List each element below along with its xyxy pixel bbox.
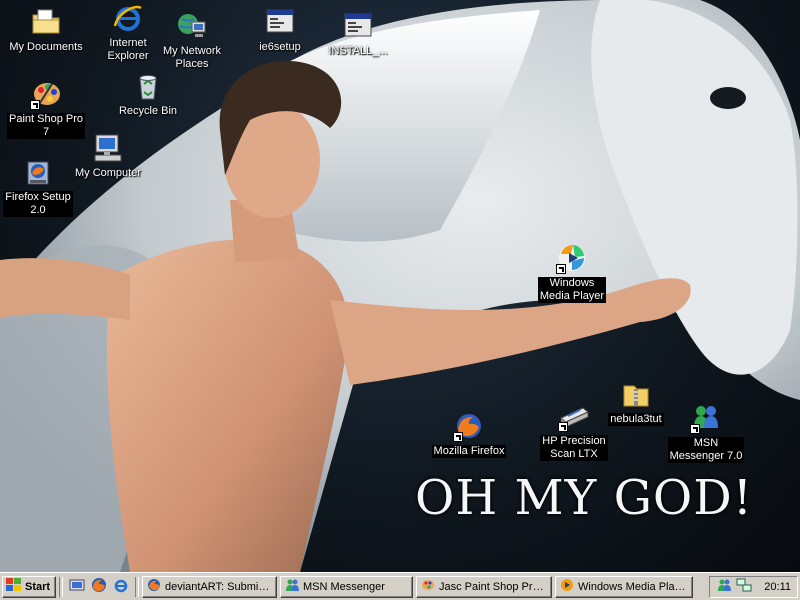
network-places-icon	[176, 10, 208, 42]
icon-label: My Computer	[74, 167, 142, 179]
desktop-icon-install[interactable]: INSTALL_...	[318, 10, 398, 58]
msn-messenger-icon	[285, 578, 299, 595]
task-label: deviantART: Submiss...	[165, 580, 272, 593]
taskbar-separator	[135, 576, 139, 597]
icon-label: Recycle Bin	[118, 105, 178, 117]
desktop-icon-mozilla-firefox[interactable]: Mozilla Firefox	[429, 410, 509, 458]
icon-label: HP Precision Scan LTX	[540, 435, 608, 461]
system-tray: 20:11	[709, 575, 798, 598]
scanner-icon	[558, 400, 590, 432]
media-player-icon	[560, 578, 574, 595]
desktop-icon-ie6setup[interactable]: ie6setup	[240, 6, 320, 54]
icon-label: nebula3tut	[608, 413, 664, 426]
wallpaper-slogan: OH MY GOD!	[415, 470, 754, 526]
icon-label: Internet Explorer	[107, 37, 149, 62]
desktop-icon-my-computer[interactable]: My Computer	[68, 132, 148, 180]
icon-label: Windows Media Player	[537, 277, 607, 303]
desktop-icon-hp-precision-scan[interactable]: HP Precision Scan LTX	[534, 400, 614, 461]
task-button-deviantart[interactable]: deviantART: Submiss...	[142, 575, 277, 598]
firefox-icon	[147, 578, 161, 595]
palette-icon	[30, 78, 62, 110]
shortcut-arrow-icon	[30, 100, 40, 110]
desktop-icon-msn-messenger[interactable]: MSN Messenger 7.0	[666, 402, 746, 463]
task-label: MSN Messenger	[303, 580, 385, 593]
desktop-icon-my-network-places[interactable]: My Network Places	[152, 10, 232, 71]
shortcut-arrow-icon	[558, 422, 568, 432]
palette-icon	[421, 578, 435, 595]
icon-label: MSN Messenger 7.0	[667, 437, 745, 463]
quicklaunch-show-desktop[interactable]	[66, 576, 88, 598]
shortcut-arrow-icon	[556, 264, 566, 274]
internet-explorer-icon	[113, 577, 129, 596]
desktop-icon-recycle-bin[interactable]: Recycle Bin	[108, 70, 188, 118]
computer-icon	[92, 132, 124, 164]
internet-explorer-icon	[112, 2, 144, 34]
msn-messenger-icon	[690, 402, 722, 434]
icon-label: ie6setup	[259, 41, 301, 53]
installer-window-icon	[264, 6, 296, 38]
task-label: Windows Media Player	[578, 580, 688, 593]
quicklaunch-internet-explorer[interactable]	[110, 576, 132, 598]
desktop-icon-my-documents[interactable]: My Documents	[6, 6, 86, 54]
recycle-bin-icon	[132, 70, 164, 102]
firefox-setup-icon	[22, 156, 54, 188]
desktop-icon-windows-media-player[interactable]: Windows Media Player	[532, 242, 612, 303]
taskbar-separator	[59, 576, 63, 597]
task-button-msn-messenger[interactable]: MSN Messenger	[280, 575, 413, 598]
task-button-paint-shop-pro[interactable]: Jasc Paint Shop Pro -...	[416, 575, 552, 598]
media-player-icon	[556, 242, 588, 274]
desktop-icon-firefox-setup[interactable]: Firefox Setup 2.0	[0, 156, 78, 217]
show-desktop-icon	[69, 577, 85, 596]
firefox-icon	[91, 577, 107, 596]
tray-clock[interactable]: 20:11	[764, 581, 791, 593]
start-label: Start	[25, 580, 51, 593]
icon-label: INSTALL_...	[328, 45, 388, 57]
quicklaunch-firefox[interactable]	[88, 576, 110, 598]
task-button-windows-media-player[interactable]: Windows Media Player	[555, 575, 693, 598]
shortcut-arrow-icon	[453, 432, 463, 442]
zip-folder-icon	[620, 378, 652, 410]
windows-logo-icon	[6, 578, 22, 595]
task-label: Jasc Paint Shop Pro -...	[439, 580, 547, 593]
network-tray-icon[interactable]	[736, 577, 752, 596]
firefox-icon	[453, 410, 485, 442]
icon-label: Firefox Setup 2.0	[3, 191, 73, 217]
desktop[interactable]: OH MY GOD! My Documents Internet Explore…	[0, 0, 800, 572]
shortcut-arrow-icon	[690, 424, 700, 434]
icon-label: My Network Places	[162, 45, 222, 70]
icon-label: My Documents	[9, 41, 83, 53]
installer-window-icon	[342, 10, 374, 42]
start-button[interactable]: Start	[2, 575, 56, 598]
msn-tray-icon[interactable]	[716, 577, 732, 596]
taskbar: Start deviantART: Submiss... MSN Messeng…	[0, 572, 800, 600]
desktop-icon-paint-shop-pro[interactable]: Paint Shop Pro 7	[6, 78, 86, 139]
folder-documents-icon	[30, 6, 62, 38]
icon-label: Mozilla Firefox	[431, 445, 507, 458]
